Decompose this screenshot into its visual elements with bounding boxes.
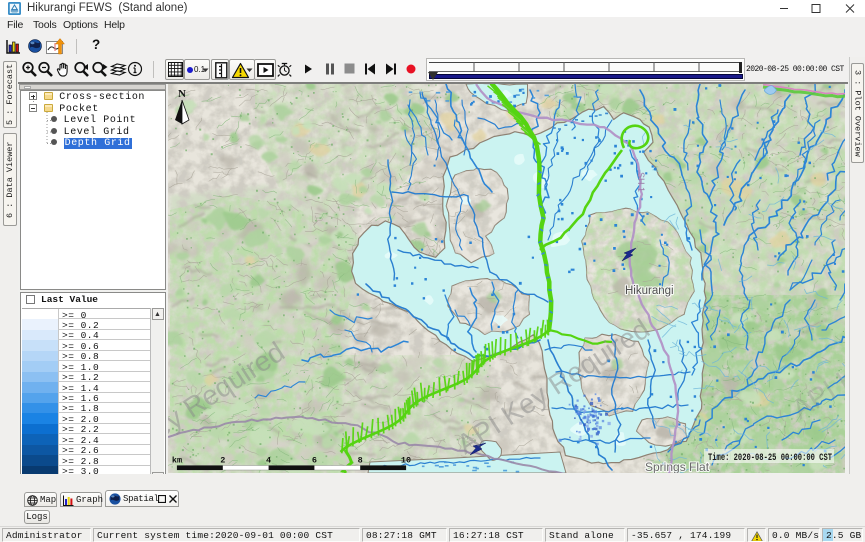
svg-text:4: 4 bbox=[266, 456, 271, 466]
svg-text:SH 1: SH 1 bbox=[636, 172, 646, 192]
svg-text:Springs Flat: Springs Flat bbox=[645, 460, 710, 473]
svg-text:N: N bbox=[178, 88, 186, 100]
svg-text:6: 6 bbox=[312, 456, 317, 466]
svg-text:2: 2 bbox=[220, 456, 225, 466]
svg-text:Hikurangi: Hikurangi bbox=[625, 285, 674, 297]
svg-text:km: km bbox=[172, 456, 182, 466]
svg-text:10: 10 bbox=[401, 456, 411, 466]
svg-text:8: 8 bbox=[358, 456, 363, 466]
svg-text:Time: 2020-08-25 00:00:00 CST: Time: 2020-08-25 00:00:00 CST bbox=[708, 452, 832, 464]
